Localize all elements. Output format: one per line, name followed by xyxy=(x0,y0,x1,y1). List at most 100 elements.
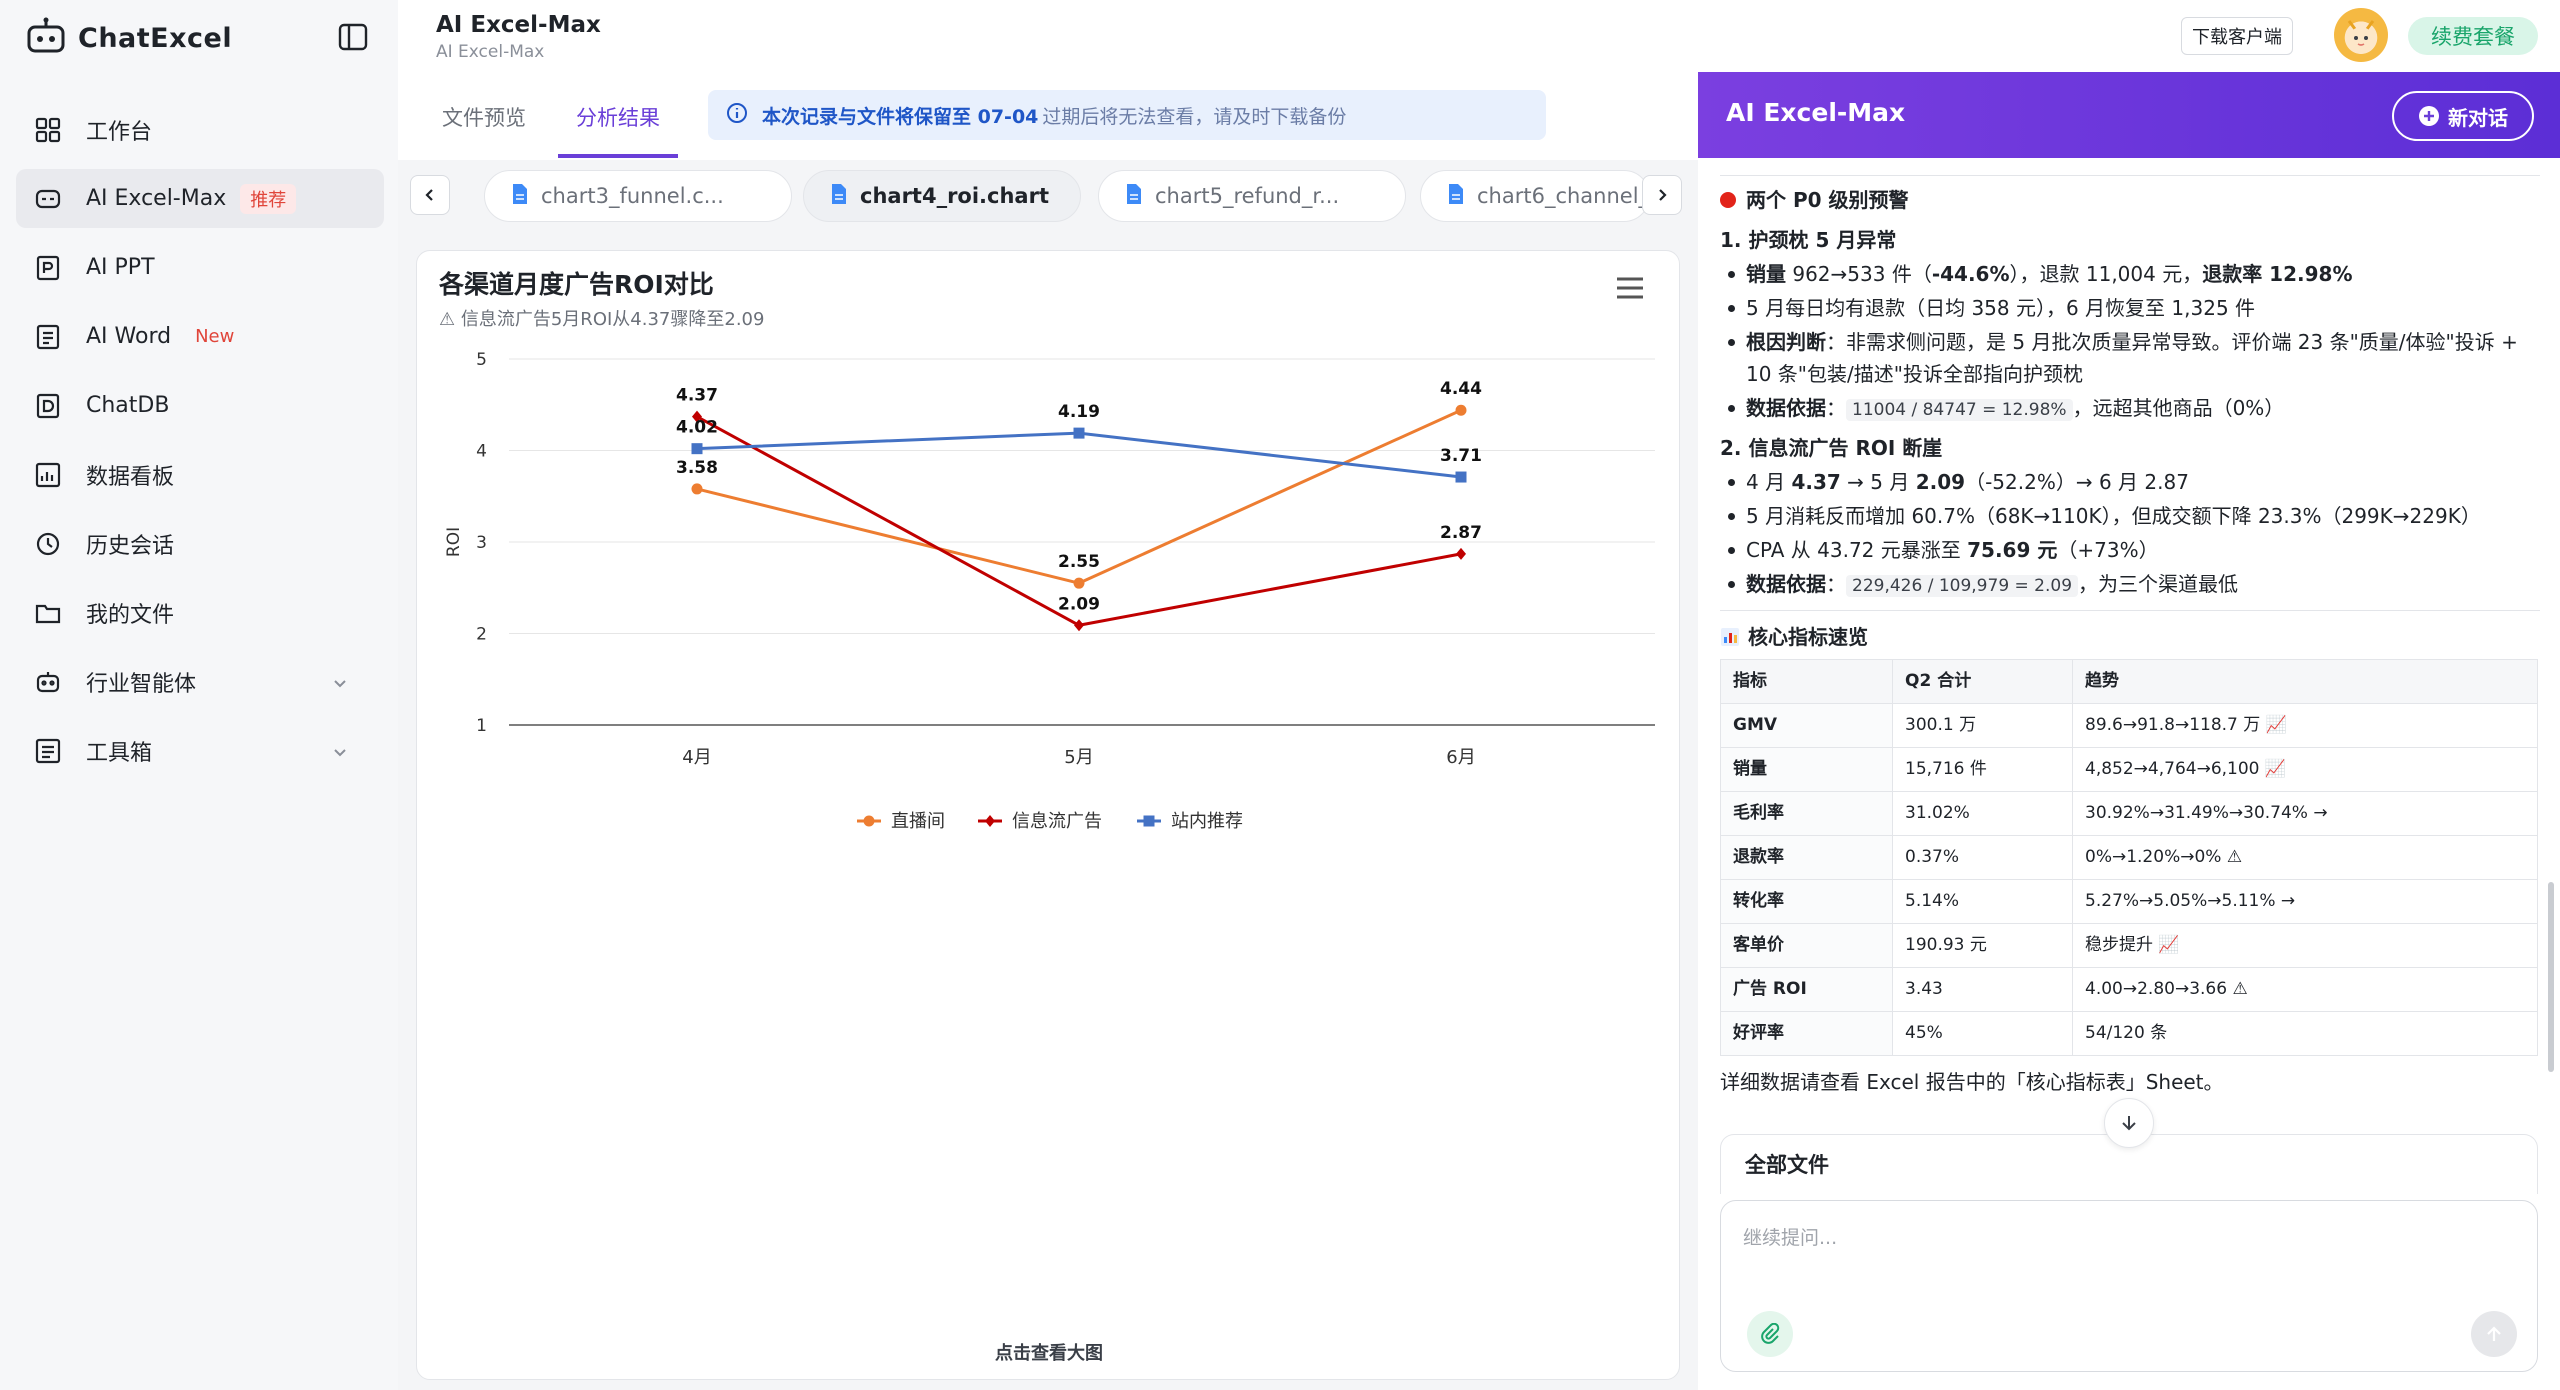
y-tick-label: 2 xyxy=(476,625,487,645)
data-point xyxy=(1073,577,1085,589)
table-row: 转化率 5.14% 5.27%→5.05%→5.11% → xyxy=(1720,879,2538,925)
data-label: 2.87 xyxy=(1440,523,1482,543)
divider xyxy=(1720,610,2540,612)
kpi-heading: 核心指标速览 xyxy=(1720,621,2540,653)
data-label: 3.71 xyxy=(1440,446,1482,466)
detail-note: 详细数据请查看 Excel 报告中的「核心指标表」Sheet。 xyxy=(1720,1070,2224,1095)
file-chip-chart3[interactable]: chart3_funnel.c... xyxy=(484,170,792,222)
grid-icon xyxy=(34,116,62,144)
plus-circle-icon xyxy=(2419,106,2439,126)
sidebar-item-history[interactable]: 历史会话 xyxy=(16,514,384,573)
logo[interactable]: ChatExcel xyxy=(26,17,232,58)
table-row: 客单价 190.93 元稳步提升 📈 xyxy=(1720,923,2538,969)
chevron-down-icon[interactable] xyxy=(332,672,348,697)
section-2-title: 2. 信息流广告 ROI 断崖 xyxy=(1720,436,1943,461)
sidebar: ChatExcel 工作台 AI Excel-Max 推荐 AI PPT AI … xyxy=(0,0,398,1390)
section-1-title: 1. 护颈枕 5 月异常 xyxy=(1720,228,1897,252)
file-icon xyxy=(1125,183,1143,210)
y-tick-label: 1 xyxy=(476,716,487,736)
x-tick-label: 5月 xyxy=(1064,747,1093,768)
data-point xyxy=(1074,619,1084,632)
y-tick-label: 4 xyxy=(476,442,487,462)
assistant-header: AI Excel-Max 新对话 xyxy=(1698,72,2560,158)
alert-title: 两个 P0 级别预警 xyxy=(1746,188,1909,212)
info-icon xyxy=(726,102,748,129)
data-point xyxy=(1073,427,1085,439)
list-item: 数据依据： 229,426 / 109,979 = 2.09 ，为三个渠道最低 xyxy=(1726,568,2540,600)
view-large-chart-link[interactable]: 点击查看大图 xyxy=(417,1339,1681,1365)
ppt-icon xyxy=(34,254,62,282)
legend-label: 直播间 xyxy=(891,811,945,832)
table-header: 趋势 xyxy=(2072,659,2538,705)
chart-subtitle: ⚠ 信息流广告5月ROI从4.37骤降至2.09 xyxy=(439,309,765,330)
chart-menu-button[interactable] xyxy=(1615,275,1645,301)
sidebar-item-ai-word[interactable]: AI Word New xyxy=(16,307,384,366)
legend-label: 站内推荐 xyxy=(1171,811,1243,832)
file-chip-label: chart6_channel_ xyxy=(1477,184,1650,208)
toolbox-icon xyxy=(34,737,62,765)
kpi-table: 指标 Q2 合计 趋势 GMV 300.1 万 89.6→91.8→118.7 万 … xyxy=(1720,659,2538,1057)
sidebar-item-label: AI Excel-Max xyxy=(86,186,227,211)
scroll-left-button[interactable] xyxy=(410,175,450,215)
notice-text: 过期后将无法查看，请及时下载备份 xyxy=(1042,105,1347,128)
download-client-button[interactable]: 下载客户端 xyxy=(2181,17,2293,55)
scrollbar[interactable] xyxy=(2548,882,2554,1072)
data-label: 4.37 xyxy=(676,386,718,406)
chat-input-box xyxy=(1720,1200,2538,1372)
sidebar-item-my-files[interactable]: 我的文件 xyxy=(16,583,384,642)
arrow-up-icon xyxy=(2487,1326,2501,1341)
sidebar-item-label: 工具箱 xyxy=(86,740,153,766)
new-chat-button[interactable]: 新对话 xyxy=(2392,91,2534,141)
x-tick-label: 6月 xyxy=(1446,747,1475,768)
sidebar-item-ai-ppt[interactable]: AI PPT xyxy=(16,238,384,297)
chart-card[interactable]: 1 2 3 4 5 ROI 4月 5月 6月 3.58 2.55 4.44 4.37 2.09 2.87 4.… xyxy=(416,250,1680,1380)
hamburger-menu-icon xyxy=(1617,277,1643,299)
chat-input[interactable] xyxy=(1743,1223,2513,1283)
list-item: 根因判断：非需求侧问题，是 5 月批次质量异常导致。评价端 23 条"质量/体验… xyxy=(1726,326,2540,390)
list-item: 5 月每日均有退款（日均 358 元），6 月恢复至 1,325 件 xyxy=(1726,292,2540,324)
sidebar-item-label: ChatDB xyxy=(86,393,170,418)
tab-analysis-results[interactable]: 分析结果 xyxy=(576,102,660,132)
data-label: 2.55 xyxy=(1058,552,1100,572)
history-icon xyxy=(34,530,62,558)
tab-file-preview[interactable]: 文件预览 xyxy=(442,102,526,132)
sidebar-item-chatdb[interactable]: ChatDB xyxy=(16,376,384,435)
notice-bold-text: 本次记录与文件将保留至 07-04 xyxy=(762,105,1039,128)
section-1-list: 销量 962→533 件（-44.6%），退款 11,004 元，退款率 12.… xyxy=(1720,258,2540,424)
avatar[interactable] xyxy=(2334,8,2388,62)
renew-plan-button[interactable]: 续费套餐 xyxy=(2408,17,2538,55)
tabs-bar: 文件预览 分析结果 本次记录与文件将保留至 07-04 过期后将无法查看，请及时… xyxy=(398,72,1698,160)
scroll-to-bottom-button[interactable] xyxy=(2104,1098,2154,1148)
sidebar-item-label: 历史会话 xyxy=(86,533,175,559)
sidebar-item-dashboard[interactable]: 数据看板 xyxy=(16,445,384,504)
file-chip-chart4[interactable]: chart4_roi.chart xyxy=(803,170,1081,222)
data-point xyxy=(691,483,703,495)
sidebar-item-ai-excel-max[interactable]: AI Excel-Max 推荐 xyxy=(16,169,384,228)
attach-button[interactable] xyxy=(1747,1311,1793,1357)
alert-heading: 两个 P0 级别预警 xyxy=(1720,184,2540,216)
chevron-down-icon[interactable] xyxy=(332,741,348,766)
recommend-badge: 推荐 xyxy=(240,183,297,214)
sidebar-item-label: AI Word xyxy=(86,324,172,349)
chevron-right-icon xyxy=(1659,189,1667,201)
sidebar-nav: 工作台 AI Excel-Max 推荐 AI PPT AI Word New C… xyxy=(16,100,384,790)
y-tick-label: 5 xyxy=(476,350,487,370)
table-header-row: 指标 Q2 合计 趋势 xyxy=(1720,659,2538,705)
data-label: 4.44 xyxy=(1440,379,1482,399)
sidebar-item-label: 我的文件 xyxy=(86,602,175,628)
sidebar-item-workbench[interactable]: 工作台 xyxy=(16,100,384,159)
active-tab-indicator xyxy=(558,154,678,158)
file-chip-chart6[interactable]: chart6_channel_ xyxy=(1420,170,1650,222)
section-2-list: 4 月 4.37 → 5 月 2.09（-52.2%）→ 6 月 2.87 5 … xyxy=(1720,466,2540,600)
sidebar-item-toolbox[interactable]: 工具箱 xyxy=(16,721,384,780)
cat-avatar-icon xyxy=(2347,20,2375,51)
scroll-right-button[interactable] xyxy=(1642,175,1682,215)
sidebar-item-industry-agents[interactable]: 行业智能体 xyxy=(16,652,384,711)
arrow-down-icon xyxy=(2122,1116,2136,1131)
file-chip-chart5[interactable]: chart5_refund_r... xyxy=(1098,170,1406,222)
table-row: 销量 15,716 件 4,852→4,764→6,100 📈 xyxy=(1720,747,2538,793)
folder-icon xyxy=(34,599,62,627)
data-label: 2.09 xyxy=(1058,594,1100,614)
collapse-sidebar-button[interactable] xyxy=(336,20,370,54)
send-button[interactable] xyxy=(2471,1311,2517,1357)
